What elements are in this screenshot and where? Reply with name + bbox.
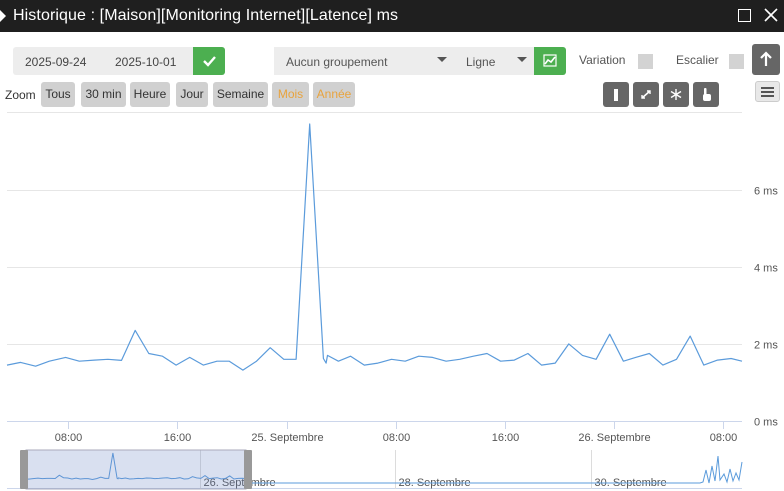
y-tick-label: 2 ms: [754, 340, 778, 352]
y-tick-label: 6 ms: [754, 186, 778, 198]
chevron-down-icon: [517, 57, 527, 62]
window-titlebar: Historique : [Maison][Monitoring Interne…: [0, 0, 784, 32]
hamburger-icon: [761, 87, 774, 89]
compress-icon: [641, 90, 651, 99]
variation-checkbox[interactable]: [638, 54, 653, 69]
apply-dates-button[interactable]: [193, 47, 225, 75]
x-tick-label: 08:00: [710, 432, 738, 444]
pan-tool-button[interactable]: [693, 82, 719, 107]
arrow-up-icon: [760, 51, 772, 66]
chart-style-select[interactable]: Ligne: [454, 47, 534, 75]
grouping-select-value: Aucun groupement: [286, 55, 388, 69]
column-tool-button[interactable]: [603, 82, 629, 107]
chevron-down-icon: [437, 57, 447, 62]
chart-x-axis: 08:00 16:00 25. Septembre 08:00 16:00 26. Sep…: [7, 421, 742, 444]
chart-grid: [7, 112, 742, 422]
snowflake-tool-button[interactable]: [663, 82, 689, 107]
collapse-arrow-icon[interactable]: [0, 10, 6, 22]
zoom-day-button[interactable]: Jour: [176, 82, 208, 107]
check-icon: [203, 56, 216, 67]
compare-button[interactable]: [752, 44, 780, 75]
chart-style-select-value: Ligne: [466, 55, 496, 69]
navigator-handle-right: [244, 450, 252, 489]
navigator-selection: [25, 449, 247, 490]
window-title: Historique : [Maison][Monitoring Interne…: [13, 7, 399, 24]
navigator[interactable]: 26. Septembre 28. Septembre 30. Septembre: [7, 449, 743, 490]
series-line: [6, 123, 743, 371]
area-chart-icon: [543, 54, 557, 67]
chart-series: [6, 123, 743, 371]
chart-y-axis: 0 ms 2 ms 4 ms 6 ms: [754, 186, 778, 429]
x-tick-label: 26. Septembre: [578, 432, 650, 444]
zoom-all-button[interactable]: Tous: [41, 82, 75, 107]
zoom-month-button[interactable]: Mois: [272, 82, 309, 107]
x-tick-label: 08:00: [383, 432, 411, 444]
close-icon[interactable]: [762, 6, 780, 24]
date-end-field[interactable]: 2025-10-01: [115, 55, 176, 69]
zoom-label: Zoom: [5, 88, 36, 102]
chart-menu-button[interactable]: [755, 81, 780, 102]
zoom-week-button[interactable]: Semaine: [213, 82, 268, 107]
date-range-picker[interactable]: 2025-09-24 2025-10-01: [13, 47, 193, 75]
hand-pointer-icon: [703, 88, 711, 101]
escalier-checkbox[interactable]: [729, 54, 744, 69]
maximize-icon[interactable]: [738, 9, 751, 22]
x-tick-label: 08:00: [55, 432, 83, 444]
reset-zoom-button[interactable]: [633, 82, 659, 107]
x-tick-label: 16:00: [492, 432, 520, 444]
grouping-select[interactable]: Aucun groupement: [274, 47, 454, 75]
zoom-30min-button[interactable]: 30 min: [81, 82, 126, 107]
navigator-handle-left: [20, 450, 28, 489]
column-icon: [614, 89, 618, 101]
navigator-series: [19, 452, 743, 484]
snowflake-icon: [670, 89, 682, 100]
navigator-label: 28. Septembre: [399, 477, 471, 489]
navigator-label: 30. Septembre: [595, 477, 667, 489]
escalier-label: Escalier: [676, 53, 719, 67]
zoom-hour-button[interactable]: Heure: [130, 82, 170, 107]
x-tick-label: 16:00: [164, 432, 192, 444]
variation-label: Variation: [579, 53, 626, 67]
date-start-field[interactable]: 2025-09-24: [25, 55, 86, 69]
y-tick-label: 4 ms: [754, 263, 778, 275]
navigator-label: 26. Septembre: [204, 477, 276, 489]
x-tick-label: 25. Septembre: [251, 432, 323, 444]
chart-type-button[interactable]: [534, 47, 566, 75]
y-tick-label: 0 ms: [754, 417, 778, 429]
zoom-year-button[interactable]: Année: [313, 82, 355, 107]
